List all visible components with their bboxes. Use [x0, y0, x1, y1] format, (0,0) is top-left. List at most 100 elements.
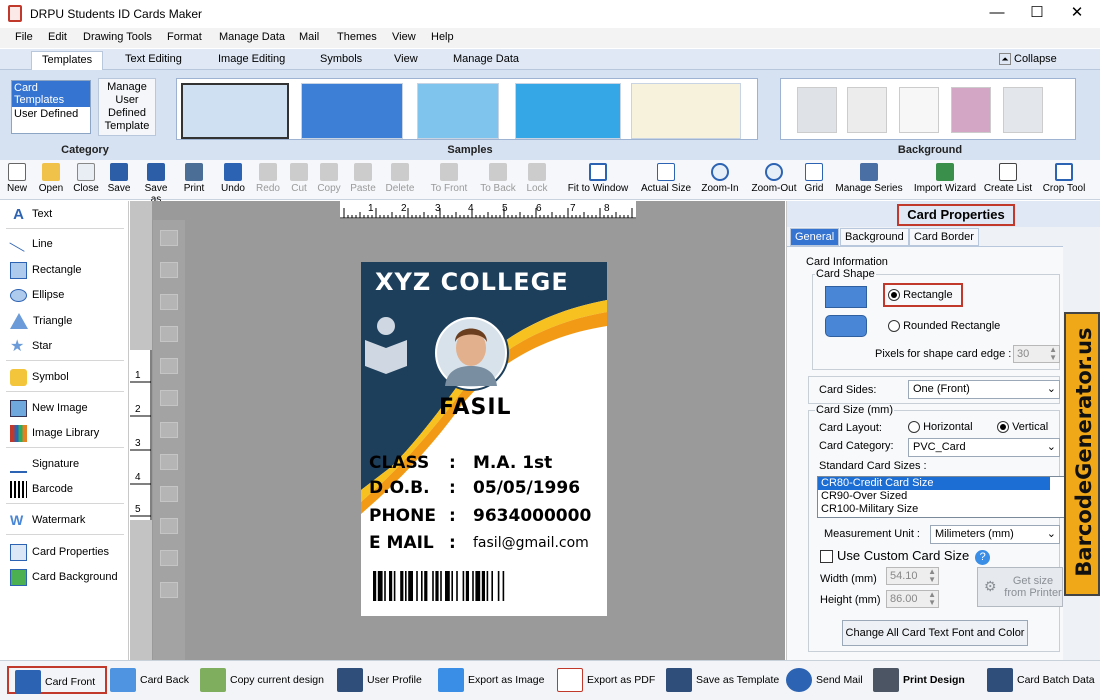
tool-image-library[interactable]: Image Library [10, 422, 99, 444]
user-profile-button[interactable]: User Profile [337, 666, 422, 694]
save-button[interactable]: Save [107, 163, 131, 194]
new-button[interactable]: New [6, 163, 28, 194]
tool-ellipse[interactable]: Ellipse [10, 284, 64, 306]
align-icon[interactable] [160, 230, 178, 246]
undo-button[interactable]: Undo [219, 163, 247, 194]
layout-vertical-radio[interactable]: Vertical [997, 421, 1048, 434]
menu-view[interactable]: View [392, 31, 416, 43]
sample-template-5[interactable] [631, 83, 741, 139]
save-template-button[interactable]: Save as Template [666, 666, 779, 694]
tool-card-properties[interactable]: Card Properties [10, 541, 109, 563]
get-size-from-printer-button[interactable]: ⚙ Get size from Printer [977, 567, 1063, 607]
size-option[interactable]: CR100-Military Size [818, 503, 1064, 516]
size-option[interactable]: CR80-Credit Card Size [818, 477, 1050, 490]
zoom-in-button[interactable]: Zoom-In [700, 163, 740, 194]
align-icon[interactable] [160, 262, 178, 278]
tab-general[interactable]: General [790, 228, 840, 246]
copy-button[interactable]: Copy [316, 163, 342, 194]
tool-card-background[interactable]: Card Background [10, 566, 118, 588]
background-thumb-5[interactable] [1003, 87, 1043, 133]
shape-rectangle-radio[interactable]: Rectangle [888, 289, 953, 302]
align-icon[interactable] [160, 582, 178, 598]
close-button[interactable]: Close [72, 163, 100, 194]
background-thumb-3[interactable] [899, 87, 939, 133]
sample-template-3[interactable] [417, 83, 499, 139]
minimize-button[interactable]: — [977, 0, 1017, 28]
export-image-button[interactable]: Export as Image [438, 666, 544, 694]
maximize-button[interactable]: ☐ [1017, 0, 1057, 28]
actual-size-button[interactable]: Actual Size [640, 163, 692, 194]
open-button[interactable]: Open [37, 163, 65, 194]
layout-horizontal-radio[interactable]: Horizontal [908, 421, 973, 434]
tab-view[interactable]: View [394, 53, 418, 65]
tab-symbols[interactable]: Symbols [320, 53, 362, 65]
create-list-button[interactable]: Create List [983, 163, 1033, 194]
menu-edit[interactable]: Edit [48, 31, 67, 43]
background-thumb-4[interactable] [951, 87, 991, 133]
menu-mail[interactable]: Mail [299, 31, 319, 43]
to-back-button[interactable]: To Back [479, 163, 517, 194]
tool-text[interactable]: A Text [10, 203, 52, 225]
lock-button[interactable]: Lock [525, 163, 549, 194]
send-mail-button[interactable]: Send Mail [786, 666, 863, 694]
category-list[interactable]: Card Templates User Defined [11, 80, 91, 134]
tool-watermark[interactable]: W Watermark [10, 509, 85, 531]
card-category-select[interactable]: PVC_Card ⌄ [908, 438, 1060, 457]
tool-signature[interactable]: Signature [10, 453, 79, 475]
standard-sizes-list[interactable]: CR80-Credit Card Size CR90-Over Sized CR… [817, 476, 1065, 518]
align-icon[interactable] [160, 518, 178, 534]
align-icon[interactable] [160, 486, 178, 502]
tool-new-image[interactable]: New Image [10, 397, 88, 419]
sample-template-2[interactable] [301, 83, 403, 139]
measurement-unit-select[interactable]: Milimeters (mm) ⌄ [930, 525, 1060, 544]
print-design-button[interactable]: Print Design [873, 666, 965, 694]
tab-card-border[interactable]: Card Border [909, 228, 979, 246]
manage-series-button[interactable]: Manage Series [834, 163, 904, 194]
align-icon[interactable] [160, 294, 178, 310]
align-icon[interactable] [160, 454, 178, 470]
save-as-button[interactable]: Save as [138, 163, 174, 205]
print-button[interactable]: Print [182, 163, 206, 194]
sample-template-4[interactable] [515, 83, 621, 139]
paste-button[interactable]: Paste [349, 163, 377, 194]
menu-file[interactable]: File [15, 31, 33, 43]
background-thumb-1[interactable] [797, 87, 837, 133]
copy-design-button[interactable]: Copy current design [200, 666, 324, 694]
align-icon[interactable] [160, 326, 178, 342]
custom-size-checkbox[interactable]: Use Custom Card Size? [820, 548, 991, 565]
card-batch-data-button[interactable]: Card Batch Data [987, 666, 1095, 694]
crop-tool-button[interactable]: Crop Tool [1040, 163, 1088, 194]
menu-themes[interactable]: Themes [337, 31, 377, 43]
close-window-button[interactable]: ✕ [1057, 0, 1097, 28]
to-front-button[interactable]: To Front [428, 163, 470, 194]
change-font-button[interactable]: Change All Card Text Font and Color [842, 620, 1028, 646]
card-sides-select[interactable]: One (Front) ⌄ [908, 380, 1060, 399]
export-pdf-button[interactable]: Export as PDF [557, 666, 655, 694]
manage-user-template-button[interactable]: Manage User Defined Template [98, 78, 156, 136]
cut-button[interactable]: Cut [288, 163, 310, 194]
tab-manage-data[interactable]: Manage Data [453, 53, 519, 65]
help-icon[interactable]: ? [975, 550, 991, 565]
tab-text-editing[interactable]: Text Editing [125, 53, 182, 65]
tool-symbol[interactable]: Symbol [10, 366, 69, 388]
menu-manage-data[interactable]: Manage Data [219, 31, 285, 43]
tool-barcode[interactable]: Barcode [10, 478, 73, 500]
category-user-defined[interactable]: User Defined [12, 107, 90, 121]
menu-format[interactable]: Format [167, 31, 202, 43]
menu-help[interactable]: Help [431, 31, 454, 43]
id-card-preview[interactable]: XYZ COLLEGE FASIL CLASS : M.A. 1st D.O.B… [361, 262, 607, 616]
background-thumb-2[interactable] [847, 87, 887, 133]
align-icon[interactable] [160, 358, 178, 374]
card-back-button[interactable]: Card Back [110, 666, 189, 694]
tool-rectangle[interactable]: Rectangle [10, 259, 82, 281]
sample-template-1[interactable] [181, 83, 289, 139]
align-icon[interactable] [160, 422, 178, 438]
tool-triangle[interactable]: Triangle [10, 310, 72, 332]
category-card-templates[interactable]: Card Templates [12, 81, 90, 107]
collapse-button[interactable]: ⏶ Collapse [999, 53, 1057, 65]
width-spinner[interactable]: 54.10 ▲ ▼ [886, 567, 939, 585]
size-option[interactable]: CR90-Over Sized [818, 490, 1064, 503]
card-front-button[interactable]: Card Front [7, 666, 107, 695]
import-wizard-button[interactable]: Import Wizard [911, 163, 979, 194]
zoom-out-button[interactable]: Zoom-Out [749, 163, 799, 194]
